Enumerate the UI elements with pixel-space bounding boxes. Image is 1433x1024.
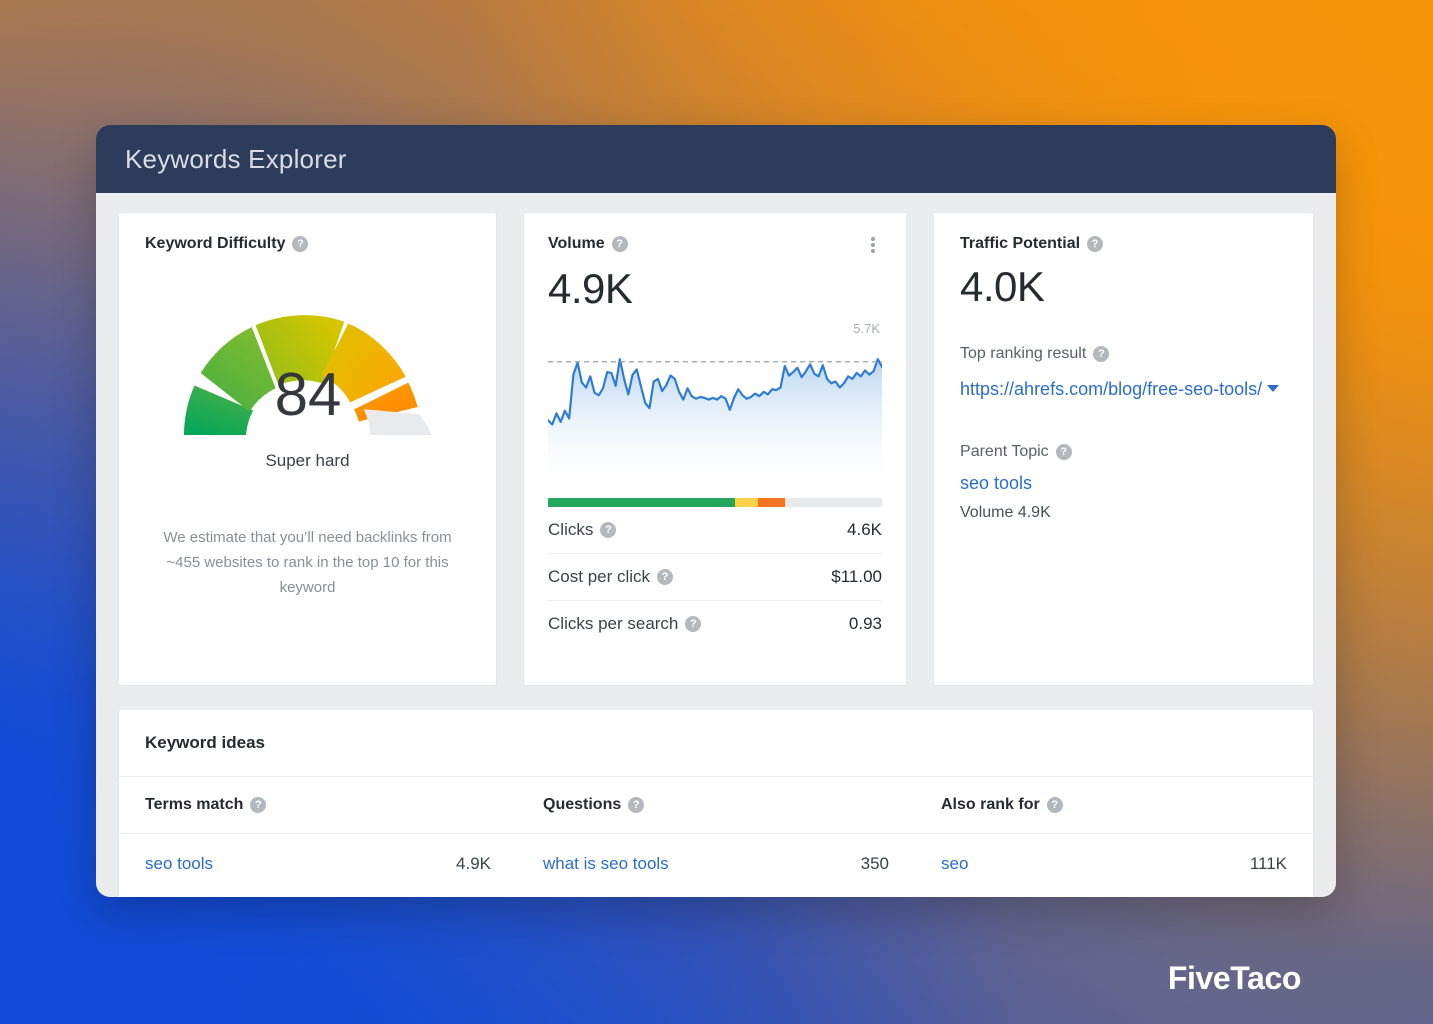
parent-topic-label-text: Parent Topic (960, 443, 1049, 460)
top-ranking-result-row: https://ahrefs.com/blog/free-seo-tools/ (960, 373, 1287, 405)
gauge-svg: 84 (183, 315, 432, 435)
keyword-volume: 111K (1249, 854, 1287, 873)
parent-topic-label: Parent Topic ? (960, 443, 1287, 461)
traffic-potential-value: 4.0K (960, 263, 1045, 310)
keyword-ideas-card: Keyword ideas Terms match ? Questions ? … (118, 710, 1314, 897)
metric-value: $11.00 (831, 567, 883, 586)
column-header-label: Terms match (145, 796, 244, 813)
metric-row-cost-per-click: Cost per click ? $11.00 (548, 554, 883, 601)
top-ranking-result-link[interactable]: https://ahrefs.com/blog/free-seo-tools/ (960, 379, 1262, 399)
volume-title: Volume ? (548, 235, 628, 253)
column-header-label: Also rank for (941, 796, 1040, 813)
metric-label-text: Clicks (548, 520, 594, 539)
metric-label-text: Cost per click (548, 567, 651, 586)
app-window: Keywords Explorer Keyword Difficulty ? 8… (96, 125, 1336, 897)
volume-bar-segment-green (548, 498, 736, 507)
volume-card-header: Volume ? (548, 235, 882, 255)
keyword-difficulty-title-text: Keyword Difficulty (145, 235, 286, 252)
volume-card: Volume ? 4.9K 5.7K Clicks ? 4.6K Cost pe… (523, 212, 908, 686)
parent-topic-link[interactable]: seo tools (960, 473, 1032, 493)
keyword-difficulty-title: Keyword Difficulty ? (145, 235, 470, 253)
chevron-down-icon[interactable] (1267, 385, 1280, 392)
metric-card-row: Keyword Difficulty ? 84 Super hard We es… (118, 212, 1314, 686)
help-icon[interactable]: ? (600, 522, 617, 538)
help-icon[interactable]: ? (250, 797, 267, 813)
keyword-ideas-title: Keyword ideas (119, 710, 1313, 777)
table-cell-terms-match: seo tools 4.9K (119, 834, 517, 894)
metric-label-text: Clicks per search (548, 614, 679, 633)
metric-row-clicks: Clicks ? 4.6K (548, 507, 883, 554)
keyword-volume: 4.9K (456, 854, 491, 873)
metric-label: Clicks ? (548, 520, 617, 540)
table-cell-also-rank-for: seo 111K (915, 834, 1313, 894)
traffic-potential-title: Traffic Potential ? (960, 235, 1287, 253)
gauge-value: 84 (274, 361, 341, 428)
app-title: Keywords Explorer (125, 143, 347, 174)
volume-bar-segment-orange (758, 498, 786, 507)
top-ranking-result-label-text: Top ranking result (960, 345, 1087, 362)
keyword-ideas-column-headers: Terms match ? Questions ? Also rank for … (119, 777, 1313, 834)
help-icon[interactable]: ? (1055, 444, 1072, 460)
parent-topic-row: seo tools (960, 473, 1287, 494)
column-header-questions[interactable]: Questions ? (517, 777, 915, 833)
app-header: Keywords Explorer (96, 125, 1336, 193)
column-header-label: Questions (543, 796, 622, 813)
volume-bar-segment-grey (785, 498, 882, 507)
metric-label: Cost per click ? (548, 567, 674, 587)
volume-title-text: Volume (548, 235, 605, 252)
volume-bar-segment-yellow (735, 498, 759, 507)
traffic-potential-card: Traffic Potential ? 4.0K Top ranking res… (933, 212, 1314, 686)
keyword-difficulty-card: Keyword Difficulty ? 84 Super hard We es… (118, 212, 498, 686)
keyword-link[interactable]: seo tools (145, 854, 213, 874)
keyword-difficulty-note: We estimate that you’ll need backlinks f… (163, 529, 452, 596)
column-header-terms-match[interactable]: Terms match ? (119, 777, 517, 833)
app-body: Keyword Difficulty ? 84 Super hard We es… (96, 193, 1336, 897)
traffic-potential-title-text: Traffic Potential (960, 235, 1081, 252)
volume-chart-max-label: 5.7K (853, 321, 881, 336)
help-icon[interactable]: ? (611, 236, 628, 252)
watermark-logo: FiveTaco (1167, 960, 1302, 996)
volume-metric-list: Clicks ? 4.6K Cost per click ? $11.00 Cl… (548, 507, 883, 647)
help-icon[interactable]: ? (1087, 236, 1104, 252)
keyword-link[interactable]: what is seo tools (543, 854, 669, 874)
metric-row-clicks-per-search: Clicks per search ? 0.93 (548, 601, 882, 647)
parent-topic-volume: Volume 4.9K (960, 504, 1051, 521)
volume-sparkline (548, 358, 883, 486)
column-header-also-rank-for[interactable]: Also rank for ? (915, 777, 1313, 833)
table-cell-questions: what is seo tools 350 (517, 834, 915, 894)
help-icon[interactable]: ? (1046, 797, 1063, 813)
keyword-difficulty-gauge: 84 Super hard (145, 275, 470, 471)
metric-label: Clicks per search ? (548, 614, 702, 634)
kebab-menu-icon[interactable] (864, 235, 882, 255)
top-ranking-result-label: Top ranking result ? (960, 345, 1287, 363)
help-icon[interactable]: ? (657, 569, 674, 585)
gauge-rating-label: Super hard (265, 451, 350, 470)
metric-value: 0.93 (848, 614, 883, 633)
volume-value: 4.9K (548, 265, 633, 312)
help-icon[interactable]: ? (685, 616, 702, 632)
metric-value: 4.6K (847, 520, 883, 539)
keyword-link[interactable]: seo (941, 854, 968, 874)
table-row: seo tools 4.9K what is seo tools 350 seo… (119, 834, 1313, 894)
keyword-volume: 350 (860, 854, 889, 873)
help-icon[interactable]: ? (1093, 346, 1110, 362)
volume-distribution-bar (548, 498, 883, 507)
help-icon[interactable]: ? (292, 236, 309, 252)
help-icon[interactable]: ? (628, 797, 645, 813)
